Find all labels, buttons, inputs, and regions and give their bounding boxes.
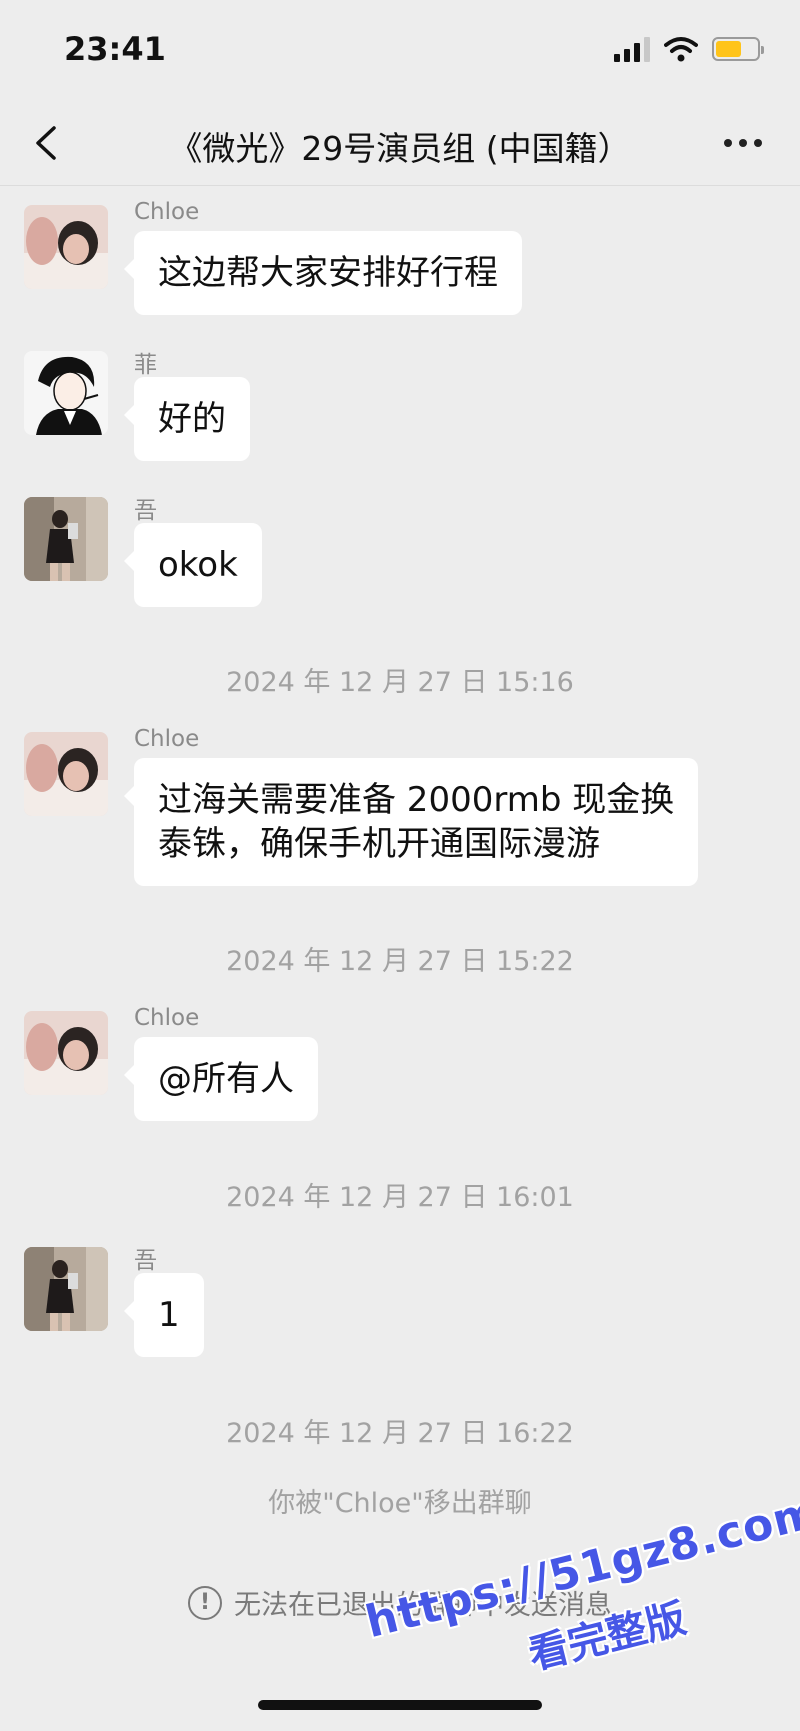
message-bubble[interactable]: 好的 bbox=[124, 377, 250, 461]
signal-icon bbox=[614, 36, 650, 62]
timestamp: 2024 年 12 月 27 日 16:22 bbox=[226, 1418, 574, 1449]
avatar-wu[interactable] bbox=[24, 1247, 108, 1331]
message-bubble[interactable]: 过海关需要准备 2000rmb 现金换 泰铢，确保手机开通国际漫游 bbox=[123, 758, 699, 886]
sender-name: Chloe bbox=[134, 199, 200, 225]
timestamp: 2024 年 12 月 27 日 15:16 bbox=[226, 667, 574, 698]
message-bubble[interactable]: 这边帮大家安排好行程 bbox=[124, 231, 522, 315]
avatar-chloe[interactable] bbox=[24, 1011, 108, 1095]
info-icon: ! bbox=[188, 1585, 222, 1620]
message-row: 吾 1 bbox=[24, 1247, 784, 1357]
nav-bar: 《微光》29号演员组 (中国籍） bbox=[0, 100, 800, 186]
avatar-wu[interactable] bbox=[24, 497, 108, 581]
status-bar: 23:41 bbox=[0, 0, 800, 100]
status-icons bbox=[614, 36, 764, 62]
sender-name: 菲 bbox=[134, 352, 157, 378]
message-row: 菲 好的 bbox=[24, 351, 784, 461]
sender-name: Chloe bbox=[134, 1005, 200, 1031]
avatar-chloe[interactable] bbox=[24, 732, 108, 816]
more-dots-icon[interactable] bbox=[724, 128, 770, 158]
message-bubble[interactable]: 1 bbox=[124, 1273, 204, 1357]
message-bubble[interactable]: @所有人 bbox=[124, 1037, 318, 1121]
footer-notice-text: 无法在已退出的群聊中发送消息 bbox=[234, 1590, 612, 1621]
battery-icon bbox=[712, 37, 764, 61]
message-row: Chloe @所有人 bbox=[24, 1005, 784, 1121]
sender-name: 吾 bbox=[134, 498, 157, 524]
sender-name: Chloe bbox=[134, 726, 200, 752]
message-row: Chloe 这边帮大家安排好行程 bbox=[24, 199, 784, 315]
chat-title: 《微光》29号演员组 (中国籍） bbox=[169, 129, 631, 168]
timestamp: 2024 年 12 月 27 日 16:01 bbox=[226, 1182, 574, 1213]
message-row: 吾 okok bbox=[24, 497, 784, 607]
avatar-fei[interactable] bbox=[24, 351, 108, 435]
timestamp: 2024 年 12 月 27 日 15:22 bbox=[226, 946, 574, 977]
message-row: Chloe 过海关需要准备 2000rmb 现金换 泰铢，确保手机开通国际漫游 bbox=[24, 726, 784, 892]
home-indicator[interactable] bbox=[258, 1700, 542, 1710]
status-time: 23:41 bbox=[64, 30, 166, 68]
message-bubble[interactable]: okok bbox=[124, 523, 262, 607]
system-note: 你被"Chloe"移出群聊 bbox=[268, 1488, 532, 1519]
footer-notice: ! 无法在已退出的群聊中发送消息 bbox=[0, 1583, 800, 1622]
sender-name: 吾 bbox=[134, 1248, 157, 1274]
wifi-icon bbox=[664, 37, 698, 62]
avatar-chloe[interactable] bbox=[24, 205, 108, 289]
